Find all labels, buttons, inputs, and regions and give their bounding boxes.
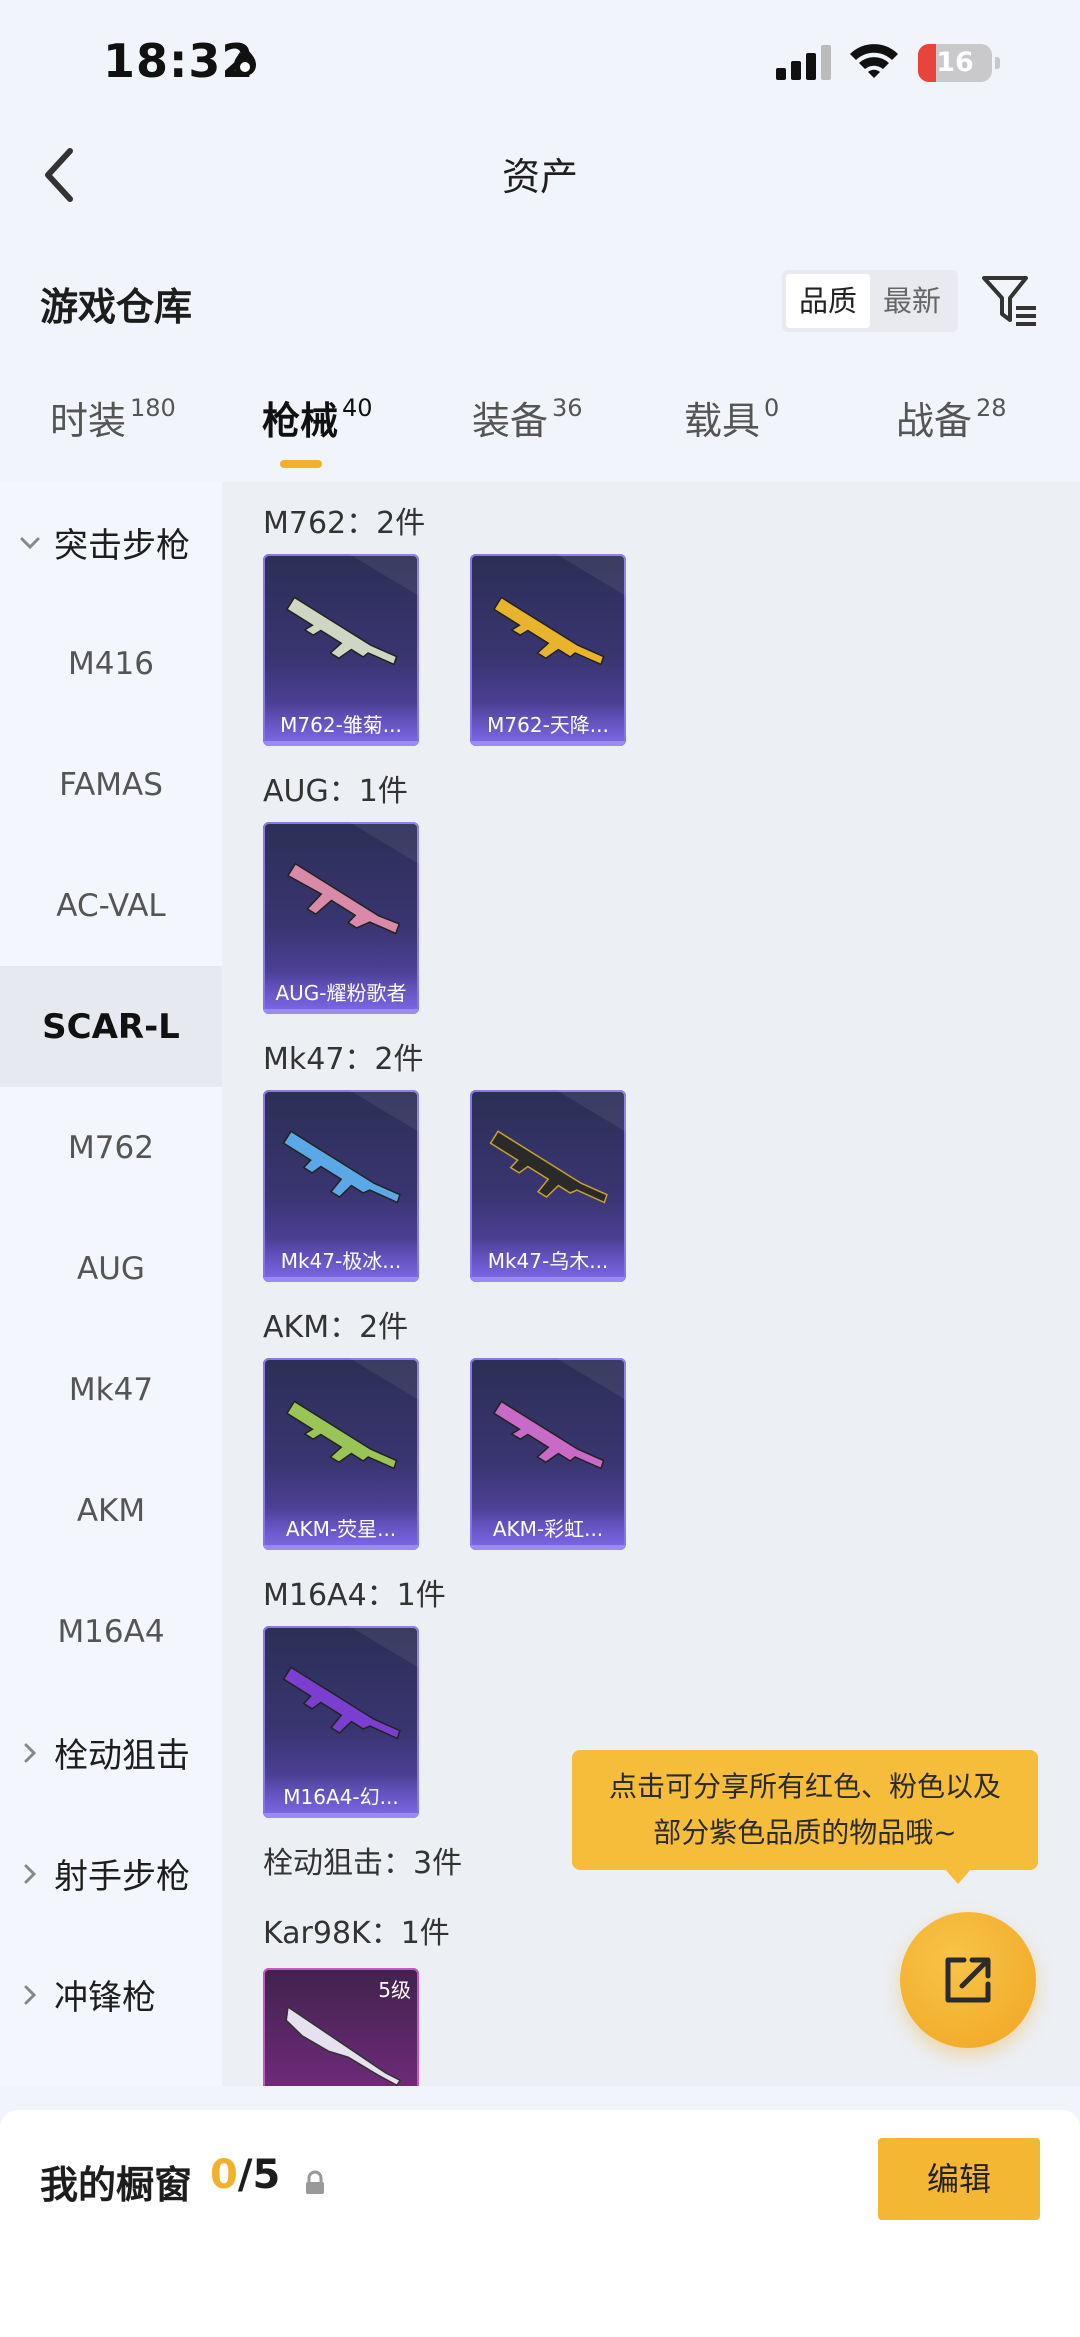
share-icon: [945, 1957, 991, 2003]
group-label-akm: AKM：2件: [263, 1310, 409, 1345]
weapon-card[interactable]: M16A4-幻...: [263, 1626, 419, 1818]
sidebar-group-marksman-rifle[interactable]: 射手步枪: [0, 1813, 222, 1934]
chevron-right-icon: [24, 1743, 37, 1762]
sidebar-item-akm[interactable]: AKM: [0, 1450, 222, 1571]
share-tooltip: 点击可分享所有红色、粉色以及 部分紫色品质的物品哦~: [572, 1750, 1038, 1870]
share-button[interactable]: [900, 1912, 1036, 2048]
filter-icon: [982, 276, 1036, 326]
weapon-card-name: Mk47-乌木...: [470, 1240, 626, 1282]
weapon-card-name: AUG-耀粉歌者: [263, 972, 419, 1014]
sort-newest-option[interactable]: 最新: [870, 274, 954, 328]
sidebar-item-aug[interactable]: AUG: [0, 1208, 222, 1329]
rifle-icon: [492, 596, 605, 666]
weapon-card[interactable]: M762-雏菊...: [263, 554, 419, 746]
wifi-icon: [850, 44, 898, 78]
weapon-card-name: AKM-彩虹...: [470, 1508, 626, 1550]
back-button[interactable]: [28, 140, 88, 210]
sidebar-item-mk47[interactable]: Mk47: [0, 1329, 222, 1450]
sidebar-item-m416[interactable]: M416: [0, 603, 222, 724]
weapon-card[interactable]: Mk47-乌木...: [470, 1090, 626, 1282]
active-tab-indicator: [280, 460, 322, 468]
tab-label: 载具: [684, 399, 761, 443]
edit-button[interactable]: 编辑: [878, 2138, 1040, 2220]
tooltip-line: 点击可分享所有红色、粉色以及: [608, 1770, 1001, 1803]
weapon-card[interactable]: M762-天降...: [470, 554, 626, 746]
tab-count: 40: [342, 394, 373, 422]
sidebar-item-m16a4[interactable]: M16A4: [0, 1571, 222, 1692]
weapon-card-name: AKM-荧星...: [263, 1508, 419, 1550]
tab-count: 36: [552, 394, 583, 422]
group-label-bolt-sniper: 栓动狙击：3件: [263, 1846, 463, 1881]
sidebar-item-famas[interactable]: FAMAS: [0, 724, 222, 845]
showcase-title: 我的橱窗: [40, 2163, 193, 2207]
lock-icon: [306, 2170, 324, 2194]
sidebar-item-label: 射手步枪: [54, 1857, 190, 1897]
filter-button[interactable]: [980, 270, 1040, 330]
sidebar-item-label: 冲锋枪: [54, 1978, 156, 2018]
tab-label: 枪械: [262, 399, 339, 443]
weapon-card[interactable]: 5级: [263, 1968, 419, 2086]
status-bar: 18:32 16: [0, 0, 1080, 130]
sort-quality-option[interactable]: 品质: [786, 274, 870, 328]
group-label-kar98k: Kar98K：1件: [263, 1916, 450, 1951]
page-title: 资产: [501, 155, 578, 199]
chevron-down-icon: [20, 537, 40, 549]
weapon-card[interactable]: Mk47-极冰...: [263, 1090, 419, 1282]
sidebar-item-scar-l[interactable]: SCAR-L: [0, 966, 222, 1087]
tab-label: 装备: [472, 399, 549, 443]
tab-supplies[interactable]: 战备 28: [896, 390, 1007, 480]
sort-toggle: 品质 最新: [782, 270, 958, 332]
sidebar-item-label: 突击步枪: [54, 526, 190, 566]
rifle-icon: [285, 596, 398, 666]
tab-label: 战备: [896, 399, 973, 443]
chevron-left-icon: [45, 148, 73, 202]
section-title: 游戏仓库: [40, 285, 193, 329]
category-tabs: 时装 180 枪械 40 装备 36 载具 0 战备 28: [0, 390, 1080, 480]
tab-vehicles[interactable]: 载具 0: [684, 390, 779, 480]
showcase-bar: 我的橱窗 0/5 编辑: [0, 2110, 1080, 2337]
showcase-count: 0/5: [210, 2152, 280, 2198]
rifle-icon: [285, 1400, 398, 1470]
tab-equipment[interactable]: 装备 36: [472, 390, 583, 480]
weapon-card[interactable]: AKM-荧星...: [263, 1358, 419, 1550]
tab-count: 0: [764, 394, 780, 422]
tooltip-arrow: [944, 1868, 972, 1884]
showcase-count-current: 0: [210, 2152, 238, 2198]
weapon-card-name: M762-天降...: [470, 704, 626, 746]
sidebar-group-assault-rifle[interactable]: 突击步枪: [0, 482, 222, 603]
tab-count: 28: [976, 394, 1007, 422]
tooltip-line: 部分紫色品质的物品哦~: [653, 1816, 957, 1849]
weapon-card-name: Mk47-极冰...: [263, 1240, 419, 1282]
tab-fashion[interactable]: 时装 180: [50, 390, 176, 480]
sniper-rifle-icon: [285, 2005, 402, 2086]
group-label-m16a4: M16A4：1件: [263, 1578, 446, 1613]
group-label-mk47: Mk47：2件: [263, 1042, 424, 1077]
flame-icon: [234, 45, 256, 76]
rifle-icon: [286, 862, 401, 935]
rifle-icon: [492, 1400, 605, 1470]
weapon-card[interactable]: AKM-彩虹...: [470, 1358, 626, 1550]
signal-icon: [776, 45, 831, 80]
rifle-icon: [489, 1130, 608, 1204]
sidebar-group-bolt-sniper[interactable]: 栓动狙击: [0, 1692, 222, 1813]
sidebar-item-m762[interactable]: M762: [0, 1087, 222, 1208]
weapon-card-name: M762-雏菊...: [263, 704, 419, 746]
chevron-right-icon: [24, 1864, 37, 1883]
rifle-icon: [282, 1130, 401, 1204]
sidebar-group-smg[interactable]: 冲锋枪: [0, 1934, 222, 2055]
tab-count: 180: [130, 394, 176, 422]
group-label-m762: M762：2件: [263, 506, 426, 541]
showcase-count-total: /5: [237, 2152, 281, 2198]
weapon-type-sidebar: 突击步枪 M416 FAMAS AC-VAL SCAR-L M762 AUG M…: [0, 482, 222, 2086]
rifle-icon: [282, 1666, 401, 1740]
sidebar-item-label: 栓动狙击: [54, 1736, 190, 1776]
sidebar-item-ac-val[interactable]: AC-VAL: [0, 845, 222, 966]
chevron-right-icon: [24, 1985, 37, 2004]
group-label-aug: AUG：1件: [263, 774, 408, 809]
battery-icon: 16: [918, 44, 1000, 82]
weapon-card-name: M16A4-幻...: [263, 1776, 419, 1818]
weapon-card[interactable]: AUG-耀粉歌者: [263, 822, 419, 1014]
tab-label: 时装: [50, 399, 127, 443]
